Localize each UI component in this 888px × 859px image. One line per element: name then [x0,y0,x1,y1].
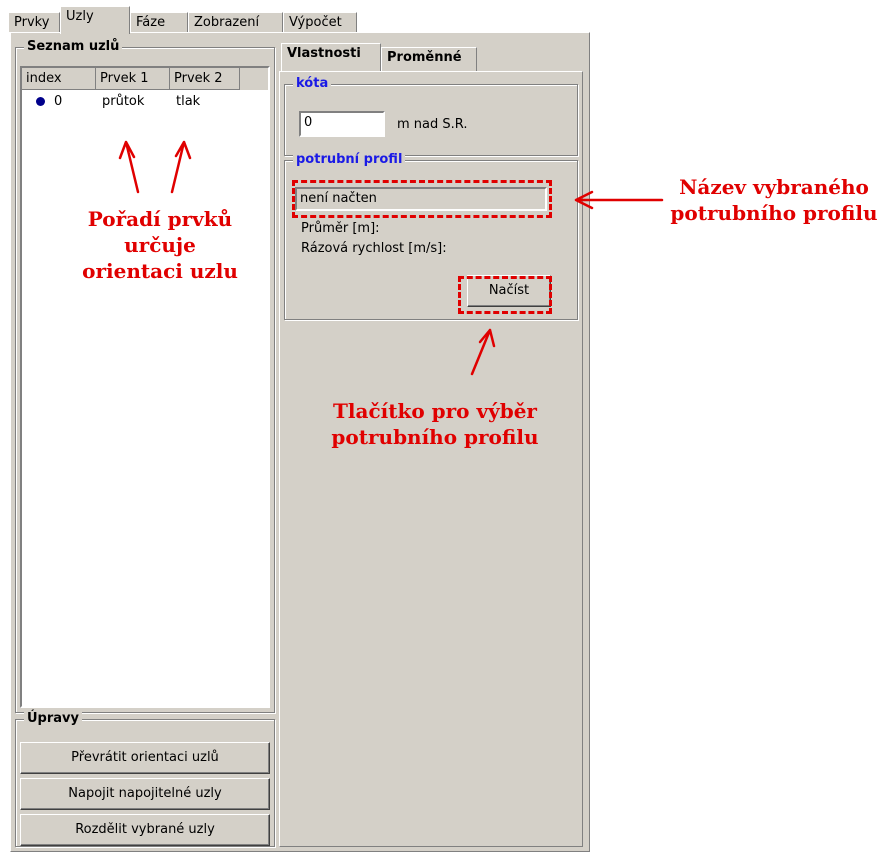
tab-vlastnosti[interactable]: Vlastnosti [281,43,381,71]
annotation-line: určuje [124,233,196,257]
highlight-load-button [458,276,552,314]
tab-label: Uzly [66,9,94,24]
annotation-line: Název vybraného [679,175,869,199]
arrow-to-prvek2 [170,140,192,194]
annotation-line: orientaci uzlu [82,259,238,283]
annotation-profile-name: Název vybraného potrubního profilu [660,174,888,226]
annotation-line: potrubního profilu [331,425,539,449]
tab-uzly[interactable]: Uzly [60,6,130,34]
annotation-node-order: Pořadí prvků určuje orientaci uzlu [60,206,260,284]
tab-label: Vlastnosti [287,46,361,61]
highlight-profile-name [292,180,552,218]
arrow-to-prvek1 [118,140,140,194]
arrow-to-load-button [470,328,496,376]
annotation-line: Tlačítko pro výběr [333,399,537,423]
arrow-to-profile-name [574,190,664,210]
annotation-load-button: Tlačítko pro výběr potrubního profilu [310,398,560,450]
annotation-line: Pořadí prvků [87,207,233,231]
annotation-line: potrubního profilu [670,201,878,225]
